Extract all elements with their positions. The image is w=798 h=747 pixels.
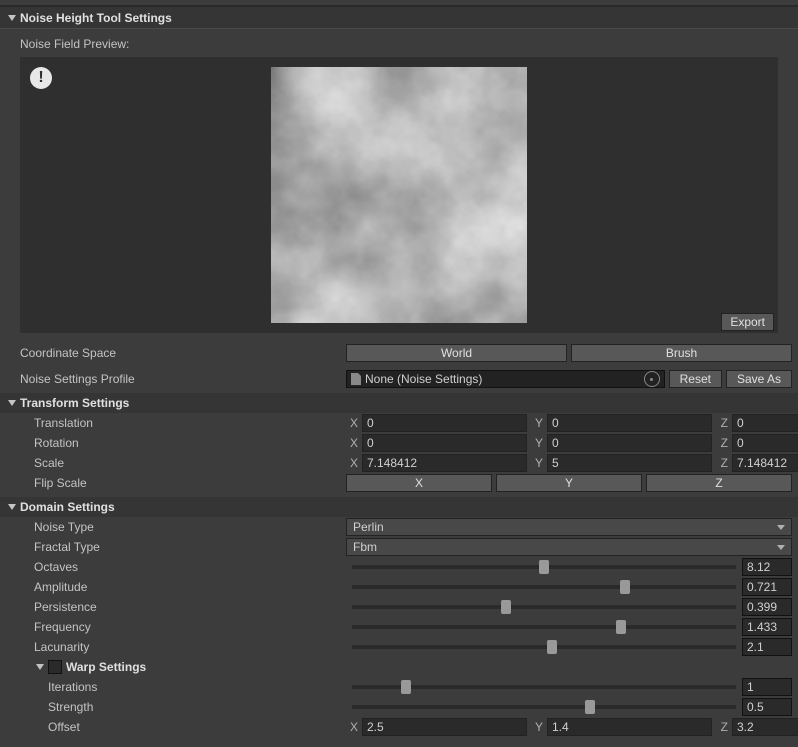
strength-slider[interactable] — [352, 705, 736, 709]
panel-title: Noise Height Tool Settings — [20, 11, 172, 25]
coordinate-space-label: Coordinate Space — [20, 346, 346, 360]
lacunarity-slider[interactable] — [352, 645, 736, 649]
lacunarity-label: Lacunarity — [34, 640, 346, 654]
octaves-value[interactable]: 8.12 — [742, 558, 792, 576]
coordinate-space-row: Coordinate Space World Brush — [0, 343, 798, 363]
flip-z-button[interactable]: Z — [646, 474, 792, 492]
reset-button[interactable]: Reset — [669, 370, 722, 388]
chevron-down-icon — [8, 400, 16, 406]
lacunarity-row: Lacunarity 2.1 — [0, 637, 798, 657]
fractal-type-label: Fractal Type — [34, 540, 346, 554]
domain-title: Domain Settings — [20, 500, 115, 514]
preview-area: Noise Field Preview: Export — [0, 28, 798, 337]
flip-y-button[interactable]: Y — [496, 474, 642, 492]
x-label: X — [346, 416, 358, 430]
rotation-z-input[interactable] — [732, 434, 798, 452]
domain-settings-header[interactable]: Domain Settings — [0, 497, 798, 517]
persistence-label: Persistence — [34, 600, 346, 614]
frequency-label: Frequency — [34, 620, 346, 634]
profile-object-field[interactable]: None (Noise Settings) — [346, 370, 665, 388]
transform-settings-header[interactable]: Transform Settings — [0, 393, 798, 413]
flip-x-button[interactable]: X — [346, 474, 492, 492]
strength-label: Strength — [48, 700, 346, 714]
warp-settings-header[interactable]: Warp Settings — [0, 657, 798, 677]
frequency-row: Frequency 1.433 — [0, 617, 798, 637]
translation-label: Translation — [34, 416, 346, 430]
z-label: Z — [716, 416, 728, 430]
export-button[interactable]: Export — [721, 313, 774, 331]
noise-type-dropdown[interactable]: Perlin — [346, 518, 792, 536]
chevron-down-icon — [8, 504, 16, 510]
coord-brush-button[interactable]: Brush — [571, 344, 792, 362]
object-picker-icon[interactable] — [644, 371, 660, 387]
document-icon — [351, 373, 361, 385]
save-as-button[interactable]: Save As — [726, 370, 792, 388]
scale-y-input[interactable] — [547, 454, 712, 472]
offset-z-input[interactable] — [732, 718, 798, 736]
profile-label: Noise Settings Profile — [20, 372, 346, 386]
profile-value: None (Noise Settings) — [365, 372, 482, 386]
offset-y-input[interactable] — [547, 718, 712, 736]
transform-title: Transform Settings — [20, 396, 129, 410]
flip-scale-label: Flip Scale — [34, 476, 346, 490]
persistence-value[interactable]: 0.399 — [742, 598, 792, 616]
rotation-x-input[interactable] — [362, 434, 527, 452]
flip-scale-row: Flip Scale X Y Z — [0, 473, 798, 493]
noise-tool-header[interactable]: Noise Height Tool Settings — [0, 6, 798, 28]
chevron-down-icon — [36, 664, 44, 670]
persistence-slider[interactable] — [352, 605, 736, 609]
preview-box: Export — [20, 57, 778, 333]
iterations-value[interactable]: 1 — [742, 678, 792, 696]
warp-title: Warp Settings — [66, 660, 146, 674]
scale-label: Scale — [34, 456, 346, 470]
translation-z-input[interactable] — [732, 414, 798, 432]
strength-value[interactable]: 0.5 — [742, 698, 792, 716]
offset-label: Offset — [48, 720, 346, 734]
offset-row: Offset X Y Z W — [0, 717, 798, 737]
amplitude-row: Amplitude 0.721 — [0, 577, 798, 597]
noise-type-label: Noise Type — [34, 520, 346, 534]
offset-x-input[interactable] — [362, 718, 527, 736]
amplitude-slider[interactable] — [352, 585, 736, 589]
octaves-row: Octaves 8.12 — [0, 557, 798, 577]
strength-row: Strength 0.5 — [0, 697, 798, 717]
profile-row: Noise Settings Profile None (Noise Setti… — [0, 369, 798, 389]
noise-type-row: Noise Type Perlin — [0, 517, 798, 537]
persistence-row: Persistence 0.399 — [0, 597, 798, 617]
coord-world-button[interactable]: World — [346, 344, 567, 362]
iterations-slider[interactable] — [352, 685, 736, 689]
warp-enable-checkbox[interactable] — [48, 660, 62, 674]
fractal-type-row: Fractal Type Fbm — [0, 537, 798, 557]
translation-row: Translation X Y Z — [0, 413, 798, 433]
y-label: Y — [531, 416, 543, 430]
scale-x-input[interactable] — [362, 454, 527, 472]
rotation-y-input[interactable] — [547, 434, 712, 452]
scale-row: Scale X Y Z — [0, 453, 798, 473]
octaves-slider[interactable] — [352, 565, 736, 569]
rotation-label: Rotation — [34, 436, 346, 450]
octaves-label: Octaves — [34, 560, 346, 574]
iterations-label: Iterations — [48, 680, 346, 694]
scale-z-input[interactable] — [732, 454, 798, 472]
noise-preview-canvas — [271, 67, 527, 323]
frequency-value[interactable]: 1.433 — [742, 618, 792, 636]
amplitude-value[interactable]: 0.721 — [742, 578, 792, 596]
lacunarity-value[interactable]: 2.1 — [742, 638, 792, 656]
amplitude-label: Amplitude — [34, 580, 346, 594]
chevron-down-icon — [8, 15, 16, 21]
info-icon[interactable] — [30, 67, 52, 89]
translation-x-input[interactable] — [362, 414, 527, 432]
iterations-row: Iterations 1 — [0, 677, 798, 697]
rotation-row: Rotation X Y Z — [0, 433, 798, 453]
translation-y-input[interactable] — [547, 414, 712, 432]
preview-label: Noise Field Preview: — [20, 37, 778, 51]
frequency-slider[interactable] — [352, 625, 736, 629]
fractal-type-dropdown[interactable]: Fbm — [346, 538, 792, 556]
